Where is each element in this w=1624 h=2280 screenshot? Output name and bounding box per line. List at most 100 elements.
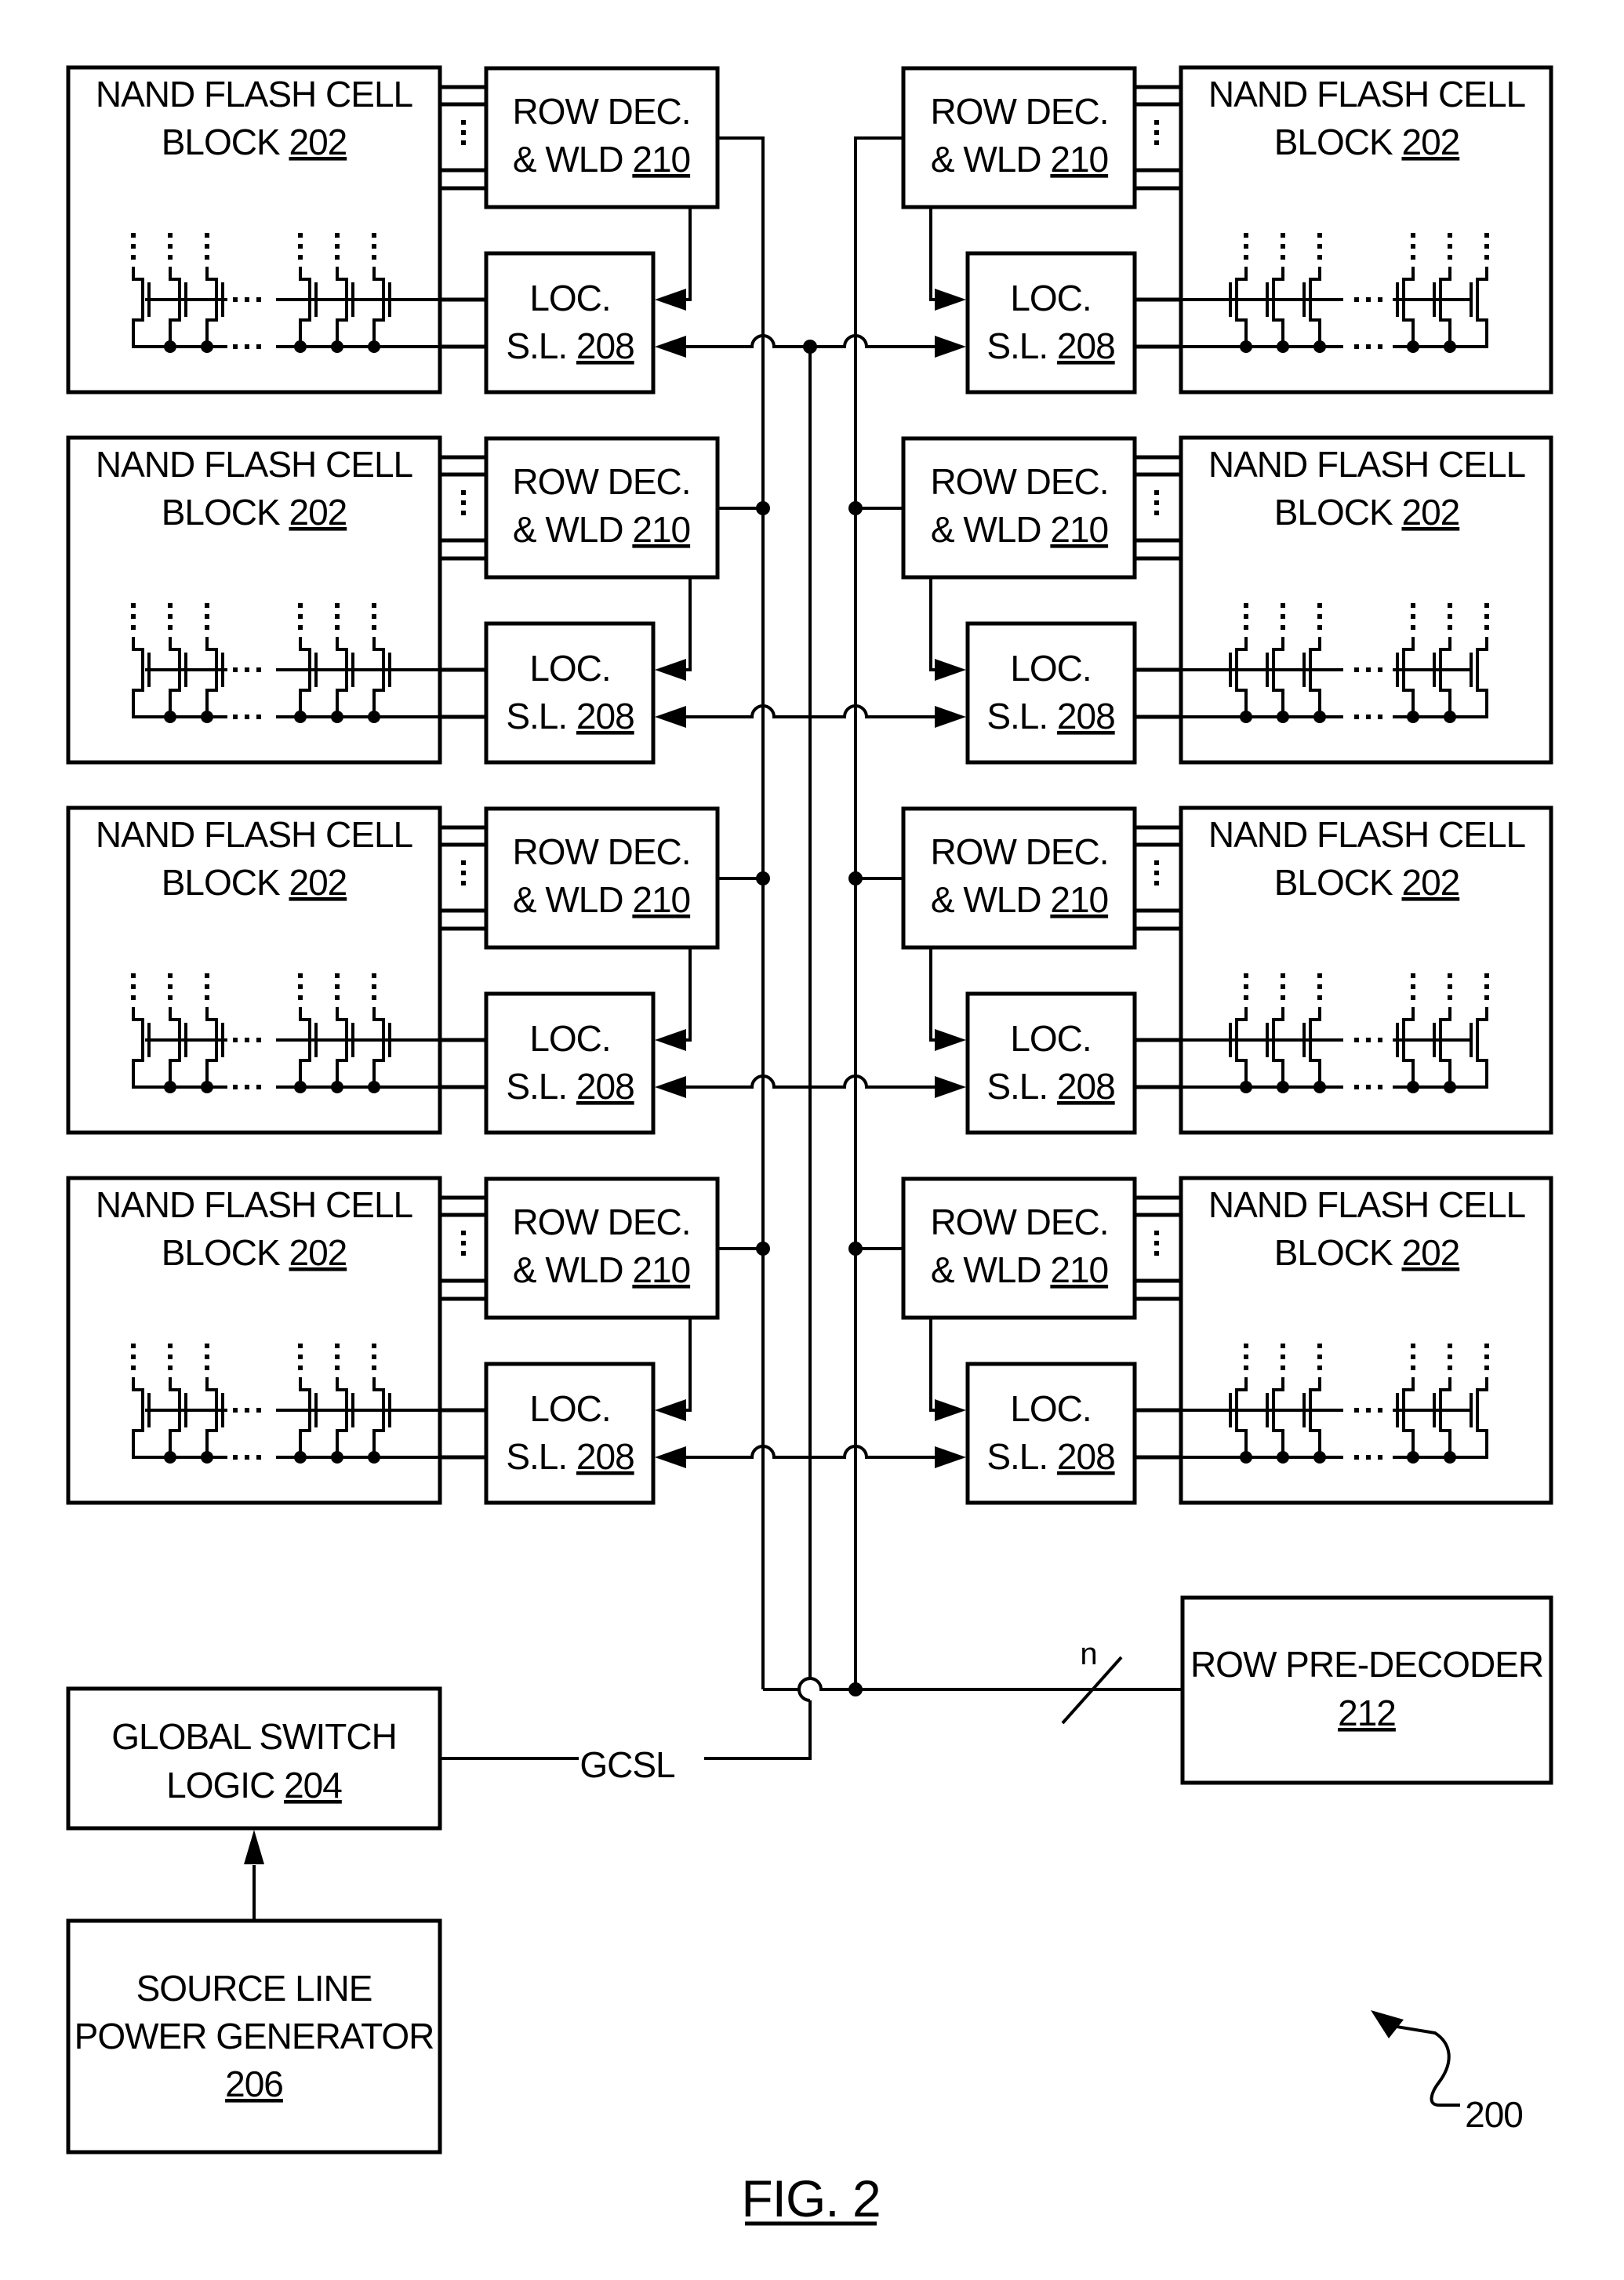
ellipsis-dot bbox=[205, 603, 209, 608]
nand-flash-cell-block-box bbox=[66, 65, 442, 395]
junction-dot bbox=[1277, 711, 1289, 723]
ellipsis-dot bbox=[335, 1355, 340, 1359]
junction-dot bbox=[294, 340, 307, 353]
ellipsis-dot bbox=[245, 1455, 249, 1460]
ellipsis-dot bbox=[1317, 625, 1322, 630]
ellipsis-dot bbox=[1366, 1085, 1371, 1089]
arrow-head-icon bbox=[244, 1830, 264, 1864]
ellipsis-dot bbox=[205, 244, 209, 249]
ellipsis-dot bbox=[461, 130, 466, 135]
ellipsis-dot bbox=[1378, 667, 1382, 672]
ellipsis-dot bbox=[298, 233, 303, 238]
ellipsis-dot bbox=[1366, 667, 1371, 672]
junction-dot bbox=[1313, 711, 1326, 723]
arrow-head-icon bbox=[655, 706, 686, 728]
nand-block-label-ref-number: 202 bbox=[1401, 862, 1459, 903]
ellipsis-dot bbox=[1366, 1408, 1371, 1413]
junction-dot bbox=[368, 711, 380, 723]
row-decoder-label-prefix: & WLD bbox=[931, 879, 1050, 920]
ellipsis-dot bbox=[1317, 255, 1322, 260]
ellipsis-dot bbox=[1411, 973, 1415, 978]
junction-dot bbox=[848, 501, 863, 515]
ellipsis-dot bbox=[245, 667, 249, 672]
row-decoder-label-prefix: & WLD bbox=[931, 139, 1050, 180]
ellipsis-dot bbox=[205, 973, 209, 978]
loc-sl-label-line2: S.L. 208 bbox=[986, 1066, 1114, 1107]
nand-block-label-prefix: BLOCK bbox=[1274, 862, 1402, 903]
ellipsis-dot bbox=[1411, 1365, 1415, 1370]
row-decoder-to-loc-wire bbox=[681, 577, 692, 671]
nand-block-label-prefix: BLOCK bbox=[1274, 1232, 1402, 1273]
junction-dot bbox=[1407, 340, 1419, 353]
ellipsis-dot bbox=[1411, 255, 1415, 260]
ellipsis-dot bbox=[372, 614, 376, 619]
ellipsis-dot bbox=[1378, 344, 1382, 349]
row-decoder-label-line2: & WLD 210 bbox=[931, 509, 1108, 550]
ellipsis-dot bbox=[1354, 667, 1359, 672]
ellipsis-dot bbox=[131, 603, 136, 608]
ellipsis-dot bbox=[233, 297, 238, 302]
ellipsis-dot bbox=[1354, 1038, 1359, 1042]
loc-sl-label-prefix: S.L. bbox=[986, 1436, 1057, 1477]
reference-arrow-icon bbox=[1371, 2010, 1404, 2038]
ellipsis-dot bbox=[1448, 603, 1452, 608]
ellipsis-dot bbox=[1317, 244, 1322, 249]
ellipsis-dot bbox=[1154, 140, 1159, 145]
ellipsis-dot bbox=[372, 603, 376, 608]
junction-dot bbox=[1240, 340, 1252, 353]
ellipsis-dot bbox=[1154, 490, 1159, 495]
row-decoder-label-prefix: & WLD bbox=[931, 509, 1050, 550]
junction-dot bbox=[201, 1451, 213, 1464]
left-row-4: NAND FLASH CELL BLOCK 202 ROW DEC. & WLD 21… bbox=[66, 1176, 720, 1505]
nand-block-label-line1: NAND FLASH CELL bbox=[1208, 444, 1526, 485]
ellipsis-dot bbox=[1354, 715, 1359, 719]
junction-dot bbox=[1277, 1081, 1289, 1093]
loc-sl-label-line1: LOC. bbox=[1010, 648, 1091, 689]
row-decoder-box bbox=[484, 66, 720, 209]
nand-flash-architecture-diagram: NAND FLASH CELL BLOCK 202 ROW DEC. & WLD 21… bbox=[66, 65, 1553, 2227]
ellipsis-dot bbox=[1154, 500, 1159, 505]
loc-sl-label-ref-number: 208 bbox=[576, 1436, 634, 1477]
junction-dot bbox=[331, 1451, 343, 1464]
left-row-3: NAND FLASH CELL BLOCK 202 ROW DEC. & WLD 21… bbox=[66, 805, 720, 1135]
ellipsis-dot bbox=[1448, 255, 1452, 260]
left-row-1: NAND FLASH CELL BLOCK 202 ROW DEC. & WLD 21… bbox=[66, 65, 720, 395]
ellipsis-dot bbox=[298, 244, 303, 249]
ellipsis-dot bbox=[245, 1085, 249, 1089]
nand-block-label-ref-number: 202 bbox=[289, 1232, 347, 1273]
nand-block-label-ref-number: 202 bbox=[1401, 1232, 1459, 1273]
right-row-4: NAND FLASH CELL BLOCK 202 ROW DEC. & WLD 21… bbox=[901, 1176, 1553, 1505]
ellipsis-dot bbox=[1354, 344, 1359, 349]
row-decoder-label-line2: & WLD 210 bbox=[931, 139, 1108, 180]
ellipsis-dot bbox=[1366, 715, 1371, 719]
ellipsis-dot bbox=[1281, 1344, 1285, 1348]
ellipsis-dot bbox=[1484, 244, 1489, 249]
ellipsis-dot bbox=[168, 973, 173, 978]
junction-dot bbox=[1313, 1451, 1326, 1464]
ellipsis-dot bbox=[335, 255, 340, 260]
cell-source-line bbox=[132, 715, 227, 718]
nand-flash-cell-block-box bbox=[66, 435, 442, 765]
ellipsis-dot bbox=[205, 614, 209, 619]
arrow-head-icon bbox=[655, 659, 686, 681]
ellipsis-dot bbox=[1244, 244, 1248, 249]
ellipsis-dot bbox=[335, 233, 340, 238]
row-decoder-to-loc-wire bbox=[681, 947, 692, 1042]
ellipsis-dot bbox=[1154, 860, 1159, 865]
ellipsis-dot bbox=[168, 1365, 173, 1370]
row-decoder-label-ref-number: 210 bbox=[1050, 509, 1108, 550]
ellipsis-dot bbox=[1484, 984, 1489, 989]
ellipsis-dot bbox=[372, 995, 376, 1000]
loc-sl-label-line2: S.L. 208 bbox=[506, 696, 634, 736]
local-source-line-box bbox=[484, 1362, 656, 1505]
row-decoder-label-ref-number: 210 bbox=[1050, 1249, 1108, 1290]
ellipsis-dot bbox=[1378, 1408, 1382, 1413]
ellipsis-dot bbox=[1411, 603, 1415, 608]
arrow-head-icon bbox=[935, 659, 966, 681]
ellipsis-dot bbox=[233, 715, 238, 719]
ellipsis-dot bbox=[1448, 614, 1452, 619]
row-decoder-label-line2: & WLD 210 bbox=[513, 139, 690, 180]
nand-block-label-ref-number: 202 bbox=[1401, 492, 1459, 533]
row-decoder-label-ref-number: 210 bbox=[632, 139, 690, 180]
ellipsis-dot bbox=[461, 860, 466, 865]
